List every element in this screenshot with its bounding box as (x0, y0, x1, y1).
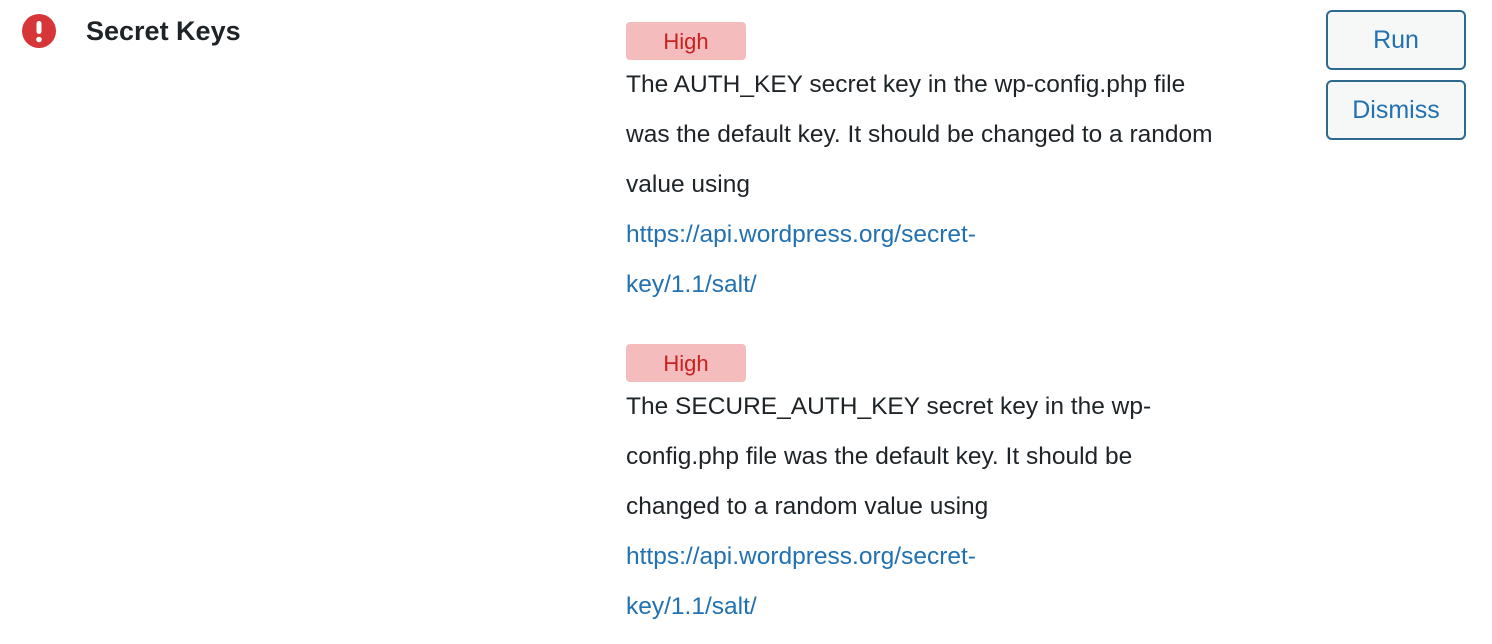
link-line[interactable]: https://api.wordpress.org/secret- (626, 210, 1286, 260)
check-title: Secret Keys (86, 16, 241, 46)
severity-badge: High (626, 344, 746, 382)
severity-badge: High (626, 22, 746, 60)
salt-link[interactable]: https://api.wordpress.org/secret- key/1.… (626, 532, 1286, 632)
description-line: was the default key. It should be change… (626, 121, 1213, 148)
salt-link[interactable]: https://api.wordpress.org/secret- key/1.… (626, 210, 1286, 310)
run-button[interactable]: Run (1326, 10, 1466, 70)
issue-item: High The AUTH_KEY secret key in the wp-c… (626, 22, 1306, 310)
link-line[interactable]: https://api.wordpress.org/secret- (626, 532, 1286, 582)
check-header: Secret Keys (22, 14, 241, 48)
check-actions: Run Dismiss (1326, 10, 1466, 150)
alert-circle-icon (22, 14, 56, 48)
issues-list: High The AUTH_KEY secret key in the wp-c… (626, 22, 1306, 644)
link-line[interactable]: key/1.1/salt/ (626, 582, 1286, 632)
issue-description: The AUTH_KEY secret key in the wp-config… (626, 60, 1286, 310)
dismiss-button[interactable]: Dismiss (1326, 80, 1466, 140)
issue-description: The SECURE_AUTH_KEY secret key in the wp… (626, 382, 1286, 632)
issue-item: High The SECURE_AUTH_KEY secret key in t… (626, 344, 1306, 632)
security-check-row: Secret Keys High The AUTH_KEY secret key… (0, 0, 1492, 644)
description-line: config.php file was the default key. It … (626, 443, 1133, 470)
description-line: changed to a random value using (626, 493, 989, 520)
description-line: The SECURE_AUTH_KEY secret key in the wp… (626, 393, 1152, 420)
description-line: value using (626, 171, 750, 198)
link-line[interactable]: key/1.1/salt/ (626, 260, 1286, 310)
description-line: The AUTH_KEY secret key in the wp-config… (626, 71, 1186, 98)
